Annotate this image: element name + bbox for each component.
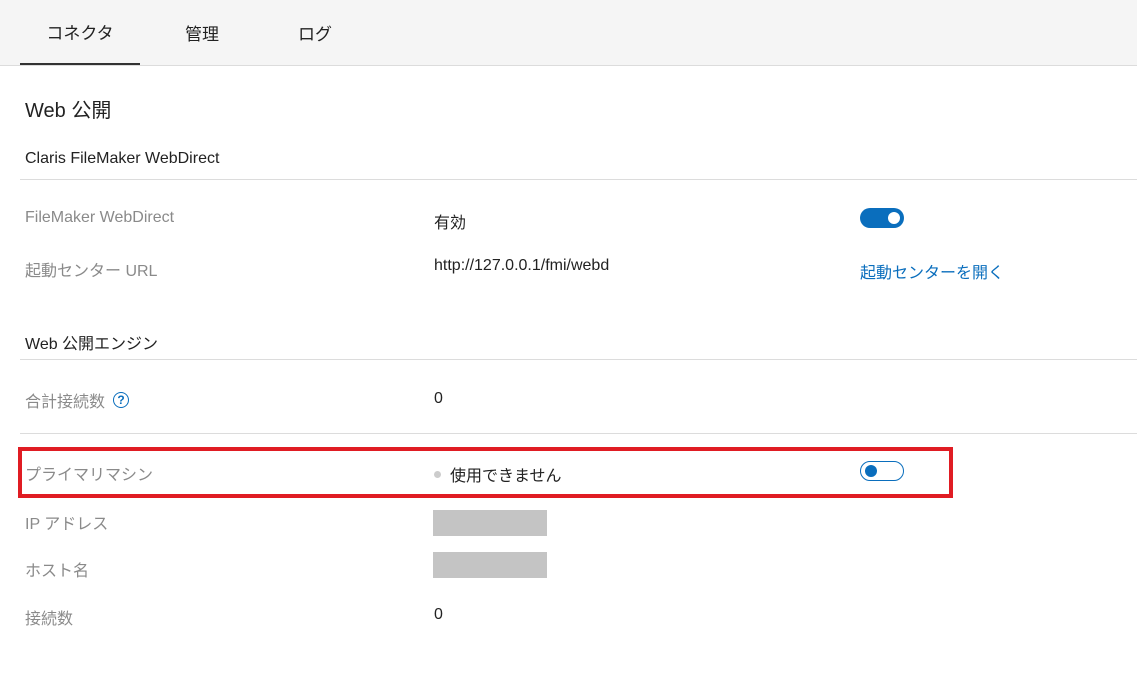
divider (20, 433, 1137, 434)
webdirect-status: 有効 (434, 215, 467, 232)
open-launch-center-link[interactable]: 起動センターを開く (860, 259, 1004, 283)
total-connections-label: 合計接続数 (25, 394, 106, 411)
ip-address-label: IP アドレス (25, 516, 109, 533)
connections-label: 接続数 (25, 611, 74, 628)
tab-admin-label: 管理 (185, 25, 219, 44)
divider (20, 179, 1137, 180)
help-icon[interactable]: ? (113, 392, 130, 408)
webdirect-toggle[interactable] (860, 208, 904, 228)
toggle-knob (888, 212, 900, 224)
tab-connector-label: コネクタ (46, 24, 114, 43)
tab-bar: コネクタ 管理 ログ (0, 0, 1137, 66)
page-title: Web 公開 (25, 100, 112, 122)
host-name-redacted (433, 552, 547, 578)
section-heading-engine: Web 公開エンジン (25, 336, 159, 353)
webdirect-label: FileMaker WebDirect (25, 209, 175, 226)
section-heading-webdirect: Claris FileMaker WebDirect (25, 150, 220, 167)
total-connections-value: 0 (434, 390, 443, 407)
host-name-label: ホスト名 (25, 563, 90, 580)
total-connections-row-label: 合計接続数 ? (25, 388, 130, 412)
tab-connector[interactable]: コネクタ (20, 0, 140, 65)
highlight-box (18, 447, 953, 498)
connections-value: 0 (434, 606, 443, 623)
tab-log-label: ログ (298, 25, 332, 44)
launch-center-url-value: http://127.0.0.1/fmi/webd (434, 257, 610, 274)
tab-admin[interactable]: 管理 (162, 0, 242, 65)
launch-center-url-label: 起動センター URL (25, 263, 158, 280)
tab-log[interactable]: ログ (275, 0, 355, 65)
ip-address-redacted (433, 510, 547, 536)
divider (20, 359, 1137, 360)
